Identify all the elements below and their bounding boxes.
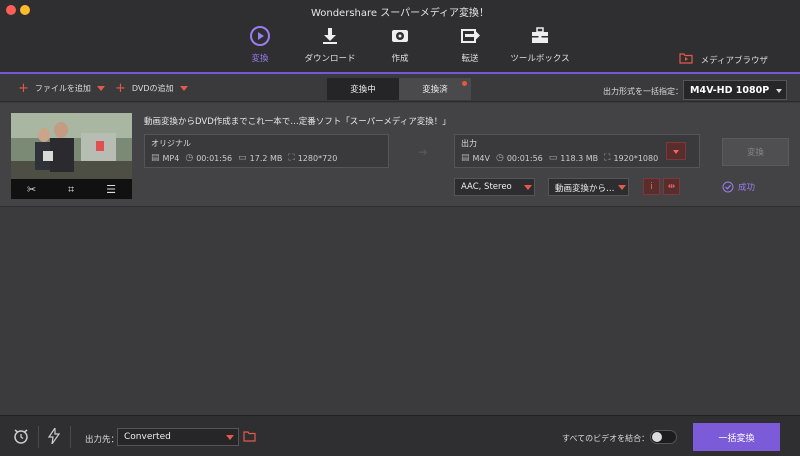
- output-label: 出力: [461, 139, 477, 148]
- output-format-select[interactable]: M4V-HD 1080P: [683, 80, 787, 100]
- download-icon: [290, 24, 370, 48]
- tab-toolbox[interactable]: ツールボックス: [500, 24, 580, 64]
- output-resolution: 1920*1080: [613, 153, 659, 163]
- divider: [70, 426, 71, 448]
- add-file-button[interactable]: + ファイルを追加: [18, 80, 105, 96]
- output-size: 118.3 MB: [560, 153, 599, 163]
- info-icon: i: [650, 181, 653, 192]
- original-resolution: 1280*720: [297, 153, 338, 163]
- original-label: オリジナル: [151, 139, 191, 148]
- notification-dot: [462, 81, 467, 86]
- schedule-alarm-icon[interactable]: [12, 427, 30, 448]
- add-dvd-button[interactable]: + DVDの追加: [115, 80, 188, 96]
- subtitle-select[interactable]: 動画変換から…: [548, 178, 629, 196]
- effects-sliders-icon[interactable]: ☰: [106, 183, 116, 197]
- audio-track-value: AAC, Stereo: [461, 182, 512, 192]
- arrow-right-icon: ➜: [418, 145, 429, 159]
- media-folder-icon: [678, 52, 693, 67]
- video-thumbnail[interactable]: ✂ ⌗ ☰: [11, 113, 132, 199]
- burn-disc-icon: [360, 24, 440, 48]
- output-destination-value: Converted: [124, 432, 171, 442]
- open-folder-icon[interactable]: [243, 431, 256, 445]
- thumbnail-image: [11, 113, 132, 179]
- folder-icon: ▭: [548, 153, 558, 163]
- clock-icon: ◷: [185, 153, 194, 163]
- tab-label: ツールボックス: [510, 54, 570, 64]
- tab-label: ダウンロード: [304, 54, 356, 64]
- add-file-label: ファイルを追加: [34, 84, 91, 93]
- success-label: 成功: [738, 183, 756, 193]
- tab-label: 作成: [391, 54, 409, 64]
- output-format-value: M4V-HD 1080P: [690, 85, 770, 96]
- bottom-bar: 出力先： Converted すべてのビデオを結合： 一括変換: [0, 415, 800, 456]
- info-button[interactable]: i: [643, 178, 660, 195]
- check-circle-icon: [722, 181, 734, 193]
- output-format: M4V: [472, 153, 490, 163]
- split-icon: ⇹: [667, 181, 676, 192]
- tab-label: 変換: [251, 54, 269, 64]
- tab-transfer[interactable]: 転送: [430, 24, 510, 64]
- crop-icon[interactable]: ⌗: [68, 183, 74, 197]
- trim-scissors-icon[interactable]: ✂: [27, 183, 36, 197]
- tab-convert[interactable]: 変換: [220, 24, 300, 64]
- resolution-icon: ⛶: [604, 153, 611, 163]
- tab-label: 転送: [461, 54, 479, 64]
- output-settings-dropdown[interactable]: [666, 142, 686, 160]
- original-info-panel: オリジナル ▤ MP4 ◷ 00:01:56 ▭ 17.2 MB ⛶ 1280*720: [144, 134, 389, 168]
- convert-icon: [220, 24, 300, 48]
- chevron-down-icon[interactable]: [96, 86, 105, 91]
- chevron-down-icon[interactable]: [179, 86, 188, 91]
- chevron-down-icon: [226, 435, 234, 440]
- chevron-down-icon: [618, 185, 626, 190]
- merge-videos-toggle[interactable]: [650, 430, 677, 444]
- toggle-knob: [652, 432, 662, 442]
- output-duration: 00:01:56: [506, 153, 543, 163]
- output-destination-label: 出力先：: [85, 435, 120, 445]
- tab-converted[interactable]: 変換済: [399, 78, 471, 100]
- audio-track-select[interactable]: AAC, Stereo: [454, 178, 535, 196]
- output-format-label: 出力形式を一括指定：: [603, 87, 683, 96]
- merge-split-button[interactable]: ⇹: [663, 178, 680, 195]
- original-duration: 00:01:56: [196, 153, 233, 163]
- original-size: 17.2 MB: [249, 153, 283, 163]
- divider: [38, 426, 39, 448]
- file-title: 動画変換からDVD作成までこれ一本で…定番ソフト「スーパーメディア変換！」: [144, 117, 451, 127]
- chevron-down-icon: [673, 150, 679, 154]
- media-browser-button[interactable]: メディアブラウザ: [678, 52, 768, 67]
- subtitle-value: 動画変換から…: [555, 184, 615, 194]
- success-status: 成功: [722, 181, 755, 193]
- plus-icon: +: [115, 80, 126, 96]
- output-info-panel: 出力 ▤ M4V ◷ 00:01:56 ▭ 118.3 MB ⛶ 1920*1080: [454, 134, 700, 168]
- folder-icon: ▭: [238, 153, 247, 163]
- title-bar: Wondershare スーパーメディア変換！: [0, 0, 800, 20]
- chevron-down-icon: [776, 89, 782, 93]
- convert-button[interactable]: 変換: [722, 138, 789, 166]
- transfer-icon: [430, 24, 510, 48]
- media-browser-label: メディアブラウザ: [700, 55, 768, 66]
- add-dvd-label: DVDの追加: [131, 84, 174, 93]
- status-segmented-control: 変換中 変換済: [327, 78, 471, 100]
- main-toolbar: 変換 ダウンロード 作成 転送 ツールボックス メディアブラウザ: [0, 20, 800, 74]
- tab-converted-label: 変換済: [422, 85, 448, 95]
- tab-burn[interactable]: 作成: [360, 24, 440, 64]
- original-meta: ▤ MP4 ◷ 00:01:56 ▭ 17.2 MB ⛶ 1280*720: [151, 153, 337, 163]
- output-meta: ▤ M4V ◷ 00:01:56 ▭ 118.3 MB ⛶ 1920*1080: [461, 153, 658, 163]
- high-speed-lightning-icon[interactable]: [47, 426, 61, 447]
- resolution-icon: ⛶: [288, 153, 295, 163]
- film-icon: ▤: [461, 153, 470, 163]
- chevron-down-icon: [524, 185, 532, 190]
- toolbox-icon: [500, 24, 580, 48]
- plus-icon: +: [18, 80, 29, 96]
- batch-convert-button[interactable]: 一括変換: [693, 423, 780, 451]
- merge-videos-label: すべてのビデオを結合：: [562, 434, 650, 443]
- tab-converting[interactable]: 変換中: [327, 78, 399, 100]
- tab-download[interactable]: ダウンロード: [290, 24, 370, 64]
- clock-icon: ◷: [495, 153, 504, 163]
- thumbnail-tools: ✂ ⌗ ☰: [11, 183, 132, 197]
- original-format: MP4: [162, 153, 180, 163]
- output-destination-select[interactable]: Converted: [117, 428, 239, 446]
- window-title: Wondershare スーパーメディア変換！: [310, 8, 490, 19]
- film-icon: ▤: [151, 153, 160, 163]
